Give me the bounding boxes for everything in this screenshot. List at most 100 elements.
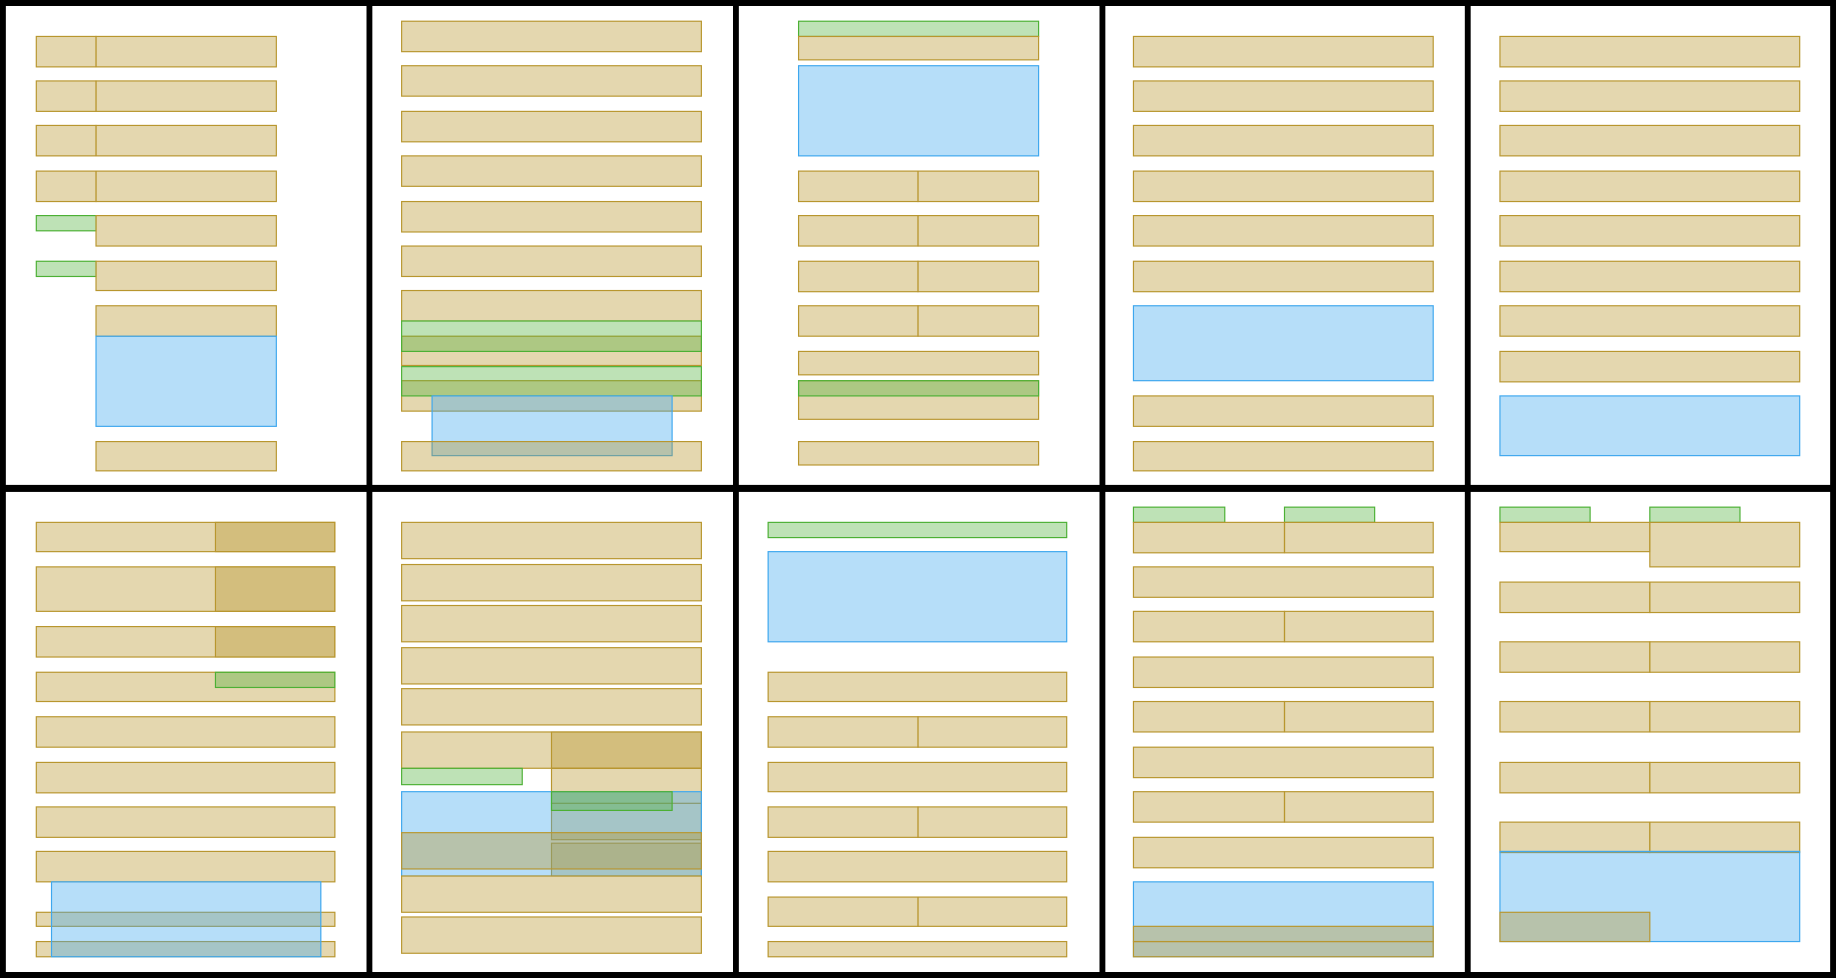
tan-layout-box [1132, 656, 1434, 689]
tan-layout-box [401, 563, 702, 602]
tan-layout-box [1499, 80, 1801, 112]
green-label-box [1649, 506, 1741, 523]
tan-layout-box [797, 260, 919, 293]
tan-layout-box [401, 647, 702, 685]
tan-layout-box [767, 716, 919, 748]
tan-layout-box [550, 731, 702, 769]
tan-layout-box [917, 806, 1068, 838]
tan-layout-box [401, 832, 702, 870]
tan-layout-box [797, 170, 919, 203]
tan-layout-box [35, 850, 336, 883]
tan-layout-box [1499, 170, 1801, 203]
tan-layout-box [35, 80, 97, 112]
tan-layout-box [1132, 791, 1286, 823]
tan-layout-box [35, 35, 97, 68]
blue-image-box [767, 551, 1068, 643]
blue-image-box [1132, 305, 1434, 382]
tan-layout-box [95, 124, 277, 157]
tan-layout-box [917, 215, 1040, 247]
green-label-box [401, 320, 702, 353]
tan-layout-box [797, 440, 1040, 466]
green-label-box [550, 791, 673, 812]
tan-layout-box [1649, 700, 1801, 733]
tan-layout-box [1499, 305, 1801, 337]
tan-layout-box [917, 260, 1040, 293]
tan-layout-box [1649, 821, 1801, 854]
green-label-box [767, 521, 1068, 539]
tan-layout-box [95, 260, 277, 292]
tan-layout-box [1283, 610, 1434, 643]
tan-layout-box [1283, 791, 1434, 823]
tan-layout-box [767, 806, 919, 838]
tan-layout-box [1132, 836, 1434, 869]
green-label-box [797, 20, 1040, 38]
tan-layout-box [401, 875, 702, 913]
tan-layout-box [1649, 581, 1801, 614]
tan-layout-box [401, 688, 702, 726]
tan-layout-box [1132, 566, 1434, 598]
tan-layout-box [1649, 641, 1801, 673]
tan-layout-box [1132, 80, 1434, 112]
tan-layout-box [401, 245, 702, 278]
green-label-box [797, 380, 1040, 397]
tan-layout-box [1132, 521, 1286, 554]
tan-layout-box [797, 305, 919, 337]
tan-layout-box [917, 716, 1068, 748]
tan-layout-box [1499, 641, 1651, 673]
green-label-box [1132, 506, 1226, 523]
tan-layout-box [767, 761, 1068, 793]
tan-layout-box [401, 110, 702, 143]
tan-layout-box [1132, 215, 1434, 247]
green-label-box [401, 767, 523, 786]
tan-layout-box [1499, 350, 1801, 383]
tan-layout-box [1499, 761, 1651, 794]
tan-layout-box [797, 35, 1040, 61]
tan-layout-box [1132, 610, 1286, 643]
tan-layout-box [917, 305, 1040, 337]
tan-layout-box [1132, 746, 1434, 779]
tan-layout-box [1283, 521, 1434, 554]
tan-layout-box [1132, 440, 1434, 472]
tan-layout-box [95, 215, 277, 247]
tan-layout-box [1499, 700, 1651, 733]
tan-layout-box [95, 305, 277, 337]
tan-layout-box [95, 80, 277, 112]
tan-layout-box [1132, 940, 1434, 958]
tan-layout-box [401, 155, 702, 187]
tan-layout-box [401, 916, 702, 954]
tan-layout-box [1132, 925, 1434, 943]
green-label-box [35, 260, 97, 278]
green-label-box [401, 366, 702, 397]
tan-layout-box [767, 850, 1068, 883]
tan-layout-box [401, 200, 702, 233]
tan-layout-box [214, 566, 336, 612]
tan-layout-box [1499, 821, 1651, 854]
tan-layout-box [1499, 911, 1651, 943]
tan-layout-box [1283, 700, 1434, 733]
tan-layout-box [95, 440, 277, 472]
tan-layout-box [917, 896, 1068, 927]
tan-layout-box [1499, 215, 1801, 247]
tan-layout-box [214, 521, 336, 553]
tan-layout-box [1132, 124, 1434, 157]
tan-layout-box [401, 65, 702, 97]
tan-layout-box [767, 671, 1068, 703]
tan-layout-box [767, 896, 919, 927]
blue-image-box [1499, 395, 1801, 457]
tan-layout-box [214, 625, 336, 658]
tan-layout-box [1132, 35, 1434, 68]
layout-wireframe-grid [5, 5, 1831, 973]
tan-layout-box [401, 521, 702, 560]
tan-layout-box [917, 170, 1040, 203]
green-label-box [35, 215, 97, 232]
tan-layout-box [1132, 260, 1434, 293]
tan-layout-box [35, 124, 97, 157]
tan-layout-box [797, 215, 919, 247]
tan-layout-box [1649, 521, 1801, 568]
tan-layout-box [401, 20, 702, 53]
tan-layout-box [1499, 581, 1651, 614]
tan-layout-box [1132, 395, 1434, 427]
tan-layout-box [1649, 761, 1801, 794]
tan-layout-box [95, 35, 277, 68]
tan-layout-box [1499, 521, 1651, 553]
